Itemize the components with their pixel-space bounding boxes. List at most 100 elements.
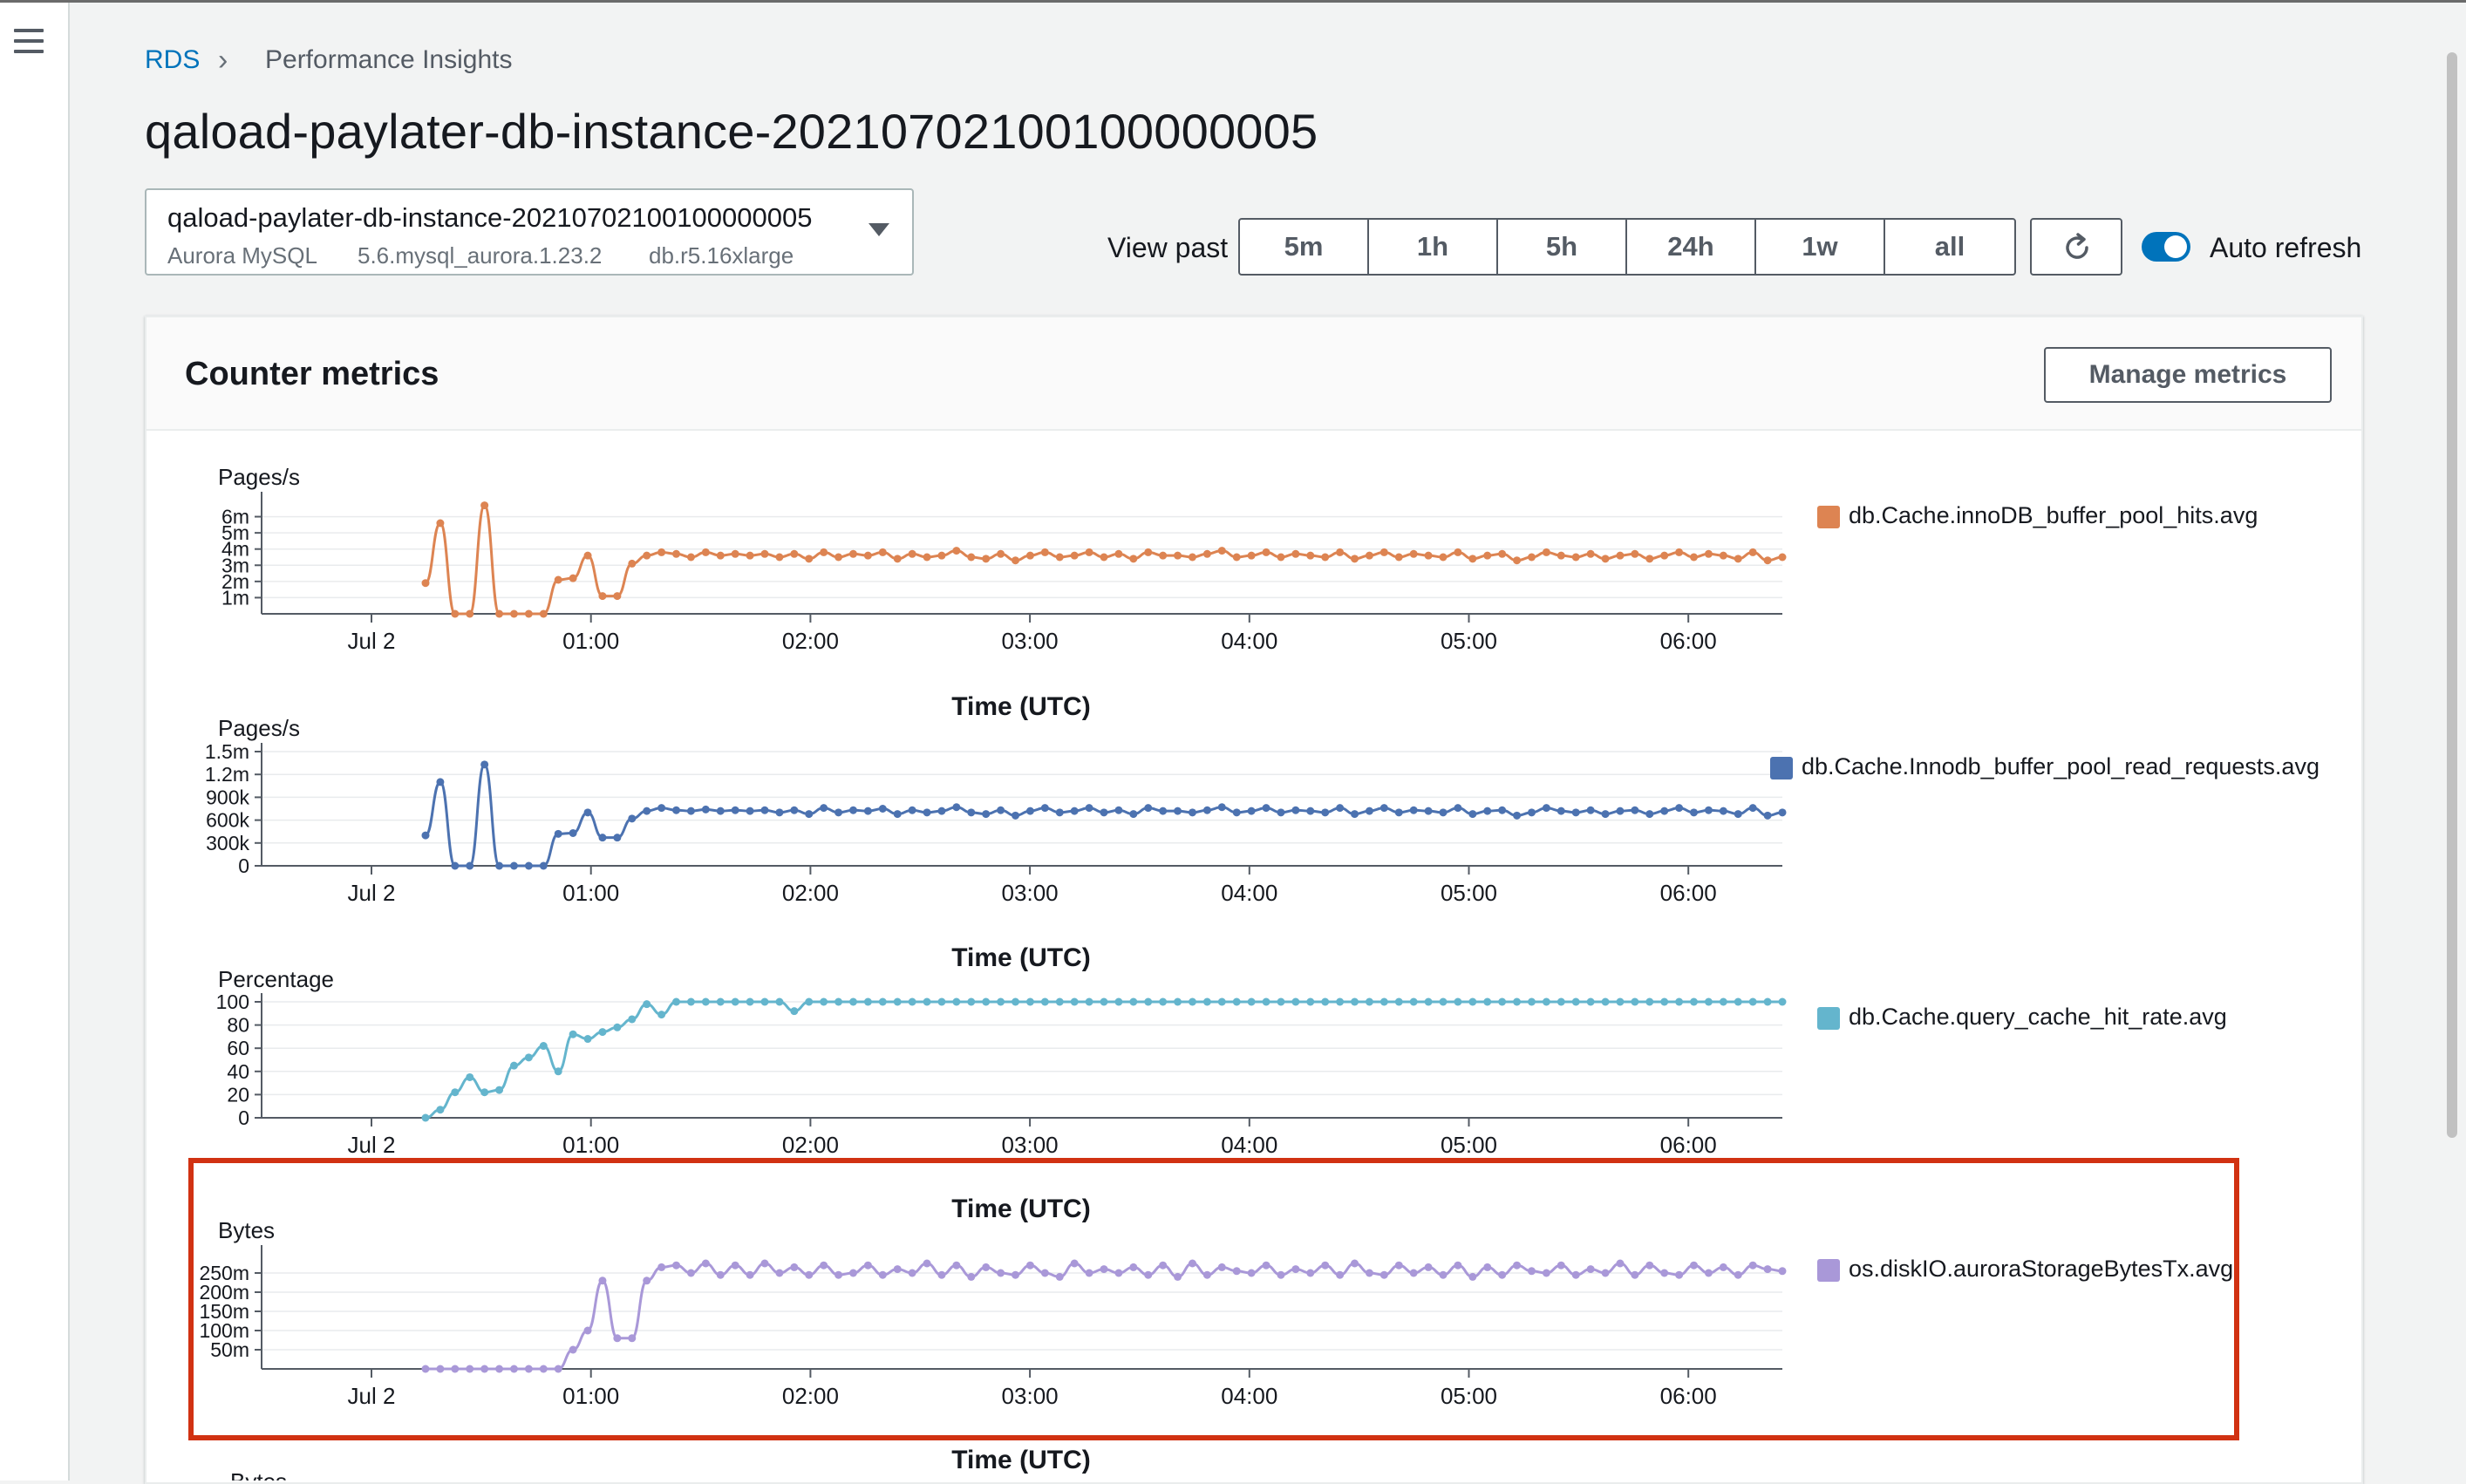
- data-point: [1247, 551, 1256, 560]
- data-point: [1129, 555, 1138, 563]
- data-point: [598, 834, 607, 842]
- data-point: [1277, 997, 1285, 1006]
- data-point: [1188, 553, 1196, 562]
- data-point: [834, 553, 843, 562]
- data-point: [1542, 997, 1550, 1006]
- data-point: [1557, 997, 1565, 1006]
- data-point: [657, 804, 666, 813]
- data-point: [997, 997, 1005, 1006]
- data-point: [1690, 997, 1699, 1006]
- data-point: [1468, 810, 1477, 819]
- data-point: [1085, 997, 1093, 1006]
- data-point: [1439, 808, 1448, 817]
- legend-label: db.Cache.innoDB_buffer_pool_hits.avg: [1849, 502, 2258, 528]
- data-point: [1365, 807, 1373, 815]
- data-point: [863, 997, 872, 1006]
- data-point: [982, 555, 991, 563]
- data-point: [716, 551, 725, 560]
- data-point: [1159, 997, 1168, 1006]
- data-point: [1114, 997, 1123, 1006]
- data-point: [1557, 551, 1565, 560]
- data-point: [436, 778, 445, 786]
- data-point: [643, 807, 651, 815]
- data-point: [1174, 807, 1182, 815]
- data-point: [1631, 549, 1639, 558]
- legend-label: db.Cache.Innodb_buffer_pool_read_request…: [1802, 753, 2320, 779]
- data-point: [1321, 553, 1330, 562]
- data-point: [1763, 556, 1772, 565]
- chart-xlabel: Time (UTC): [951, 692, 1090, 721]
- data-point: [1704, 997, 1713, 1006]
- data-point: [1424, 551, 1433, 560]
- data-point: [1527, 808, 1536, 817]
- data-point: [1040, 548, 1049, 556]
- data-point: [509, 1061, 518, 1070]
- data-point: [1675, 997, 1684, 1006]
- data-point: [421, 831, 430, 840]
- data-point: [1321, 997, 1330, 1006]
- data-point: [1070, 807, 1079, 815]
- x-tick-label: 02:00: [782, 880, 839, 906]
- data-point: [1379, 997, 1388, 1006]
- data-point: [1100, 808, 1108, 817]
- data-point: [1144, 997, 1153, 1006]
- data-point: [701, 997, 710, 1006]
- data-point: [1498, 806, 1507, 814]
- x-tick-label: Jul 2: [348, 628, 396, 654]
- data-point: [1129, 810, 1138, 819]
- data-point: [982, 997, 991, 1006]
- data-point: [1704, 549, 1713, 558]
- data-point: [628, 814, 637, 823]
- data-point: [1763, 997, 1772, 1006]
- data-point: [1277, 553, 1285, 562]
- data-point: [1025, 807, 1034, 815]
- data-point: [672, 997, 681, 1006]
- data-point: [1719, 551, 1727, 560]
- data-point: [1351, 997, 1359, 1006]
- data-point: [731, 806, 739, 814]
- x-tick-label: 02:00: [782, 628, 839, 654]
- data-point: [1468, 997, 1477, 1006]
- data-point: [1394, 808, 1403, 817]
- data-point: [746, 551, 754, 560]
- x-tick-label: 06:00: [1660, 880, 1717, 906]
- data-point: [1114, 806, 1123, 814]
- data-point: [1513, 811, 1522, 820]
- data-point: [1365, 997, 1373, 1006]
- data-point: [657, 1011, 666, 1019]
- highlight-annotation-box: [188, 1158, 2239, 1440]
- data-point: [421, 1113, 430, 1122]
- data-point: [834, 997, 843, 1006]
- x-tick-label: 04:00: [1221, 628, 1277, 654]
- data-point: [775, 997, 784, 1006]
- data-point: [1055, 553, 1064, 562]
- data-point: [583, 551, 592, 560]
- metric-chart-1: Pages/s1m2m3m4m5m6mJul 2 01:00 02:00 03:00 0…: [218, 464, 2258, 721]
- data-point: [1601, 810, 1610, 819]
- data-point: [908, 549, 916, 558]
- x-tick-label: 03:00: [1002, 1132, 1059, 1158]
- y-tick-label: 1.5m: [205, 740, 249, 763]
- x-tick-label: 06:00: [1660, 628, 1717, 654]
- data-point: [1217, 803, 1226, 812]
- data-point: [686, 807, 695, 815]
- data-point: [1748, 804, 1757, 813]
- data-point: [760, 806, 769, 814]
- data-point: [701, 548, 710, 556]
- data-point: [1055, 808, 1064, 817]
- data-point: [1188, 997, 1196, 1006]
- data-point: [1232, 997, 1241, 1006]
- data-point: [1571, 553, 1580, 562]
- x-tick-label: 04:00: [1221, 880, 1277, 906]
- x-tick-label: 01:00: [562, 1132, 619, 1158]
- data-point: [421, 579, 430, 588]
- y-tick-label: 60: [227, 1037, 249, 1059]
- data-point: [1616, 807, 1625, 815]
- data-point: [1778, 553, 1787, 562]
- data-point: [480, 1088, 489, 1097]
- data-point: [1675, 804, 1684, 813]
- data-point: [878, 548, 887, 556]
- data-point: [686, 553, 695, 562]
- x-tick-label: Jul 2: [348, 880, 396, 906]
- data-point: [908, 997, 916, 1006]
